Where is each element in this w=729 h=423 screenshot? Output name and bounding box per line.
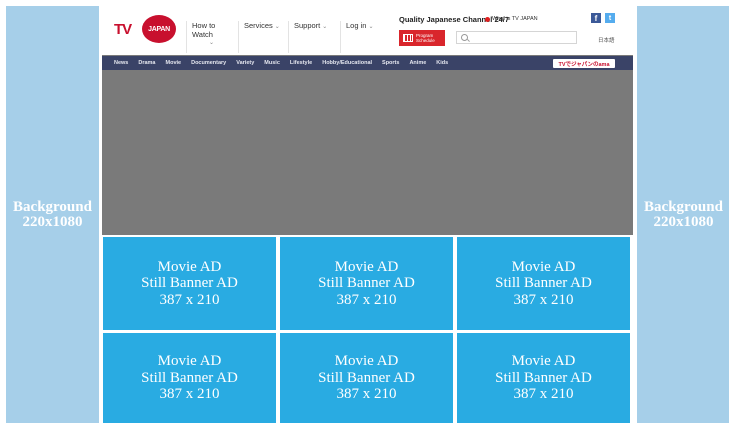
ad-line: Still Banner AD <box>318 275 415 292</box>
chevron-down-icon: ⌄ <box>209 40 215 46</box>
ad-line: Still Banner AD <box>495 275 592 292</box>
nav-label: Log in <box>346 21 367 30</box>
info-dot-icon <box>485 16 490 22</box>
background-panel-left: Background 220x1080 <box>6 6 99 423</box>
background-panel-label: Background <box>644 198 723 215</box>
ad-size: 387 x 210 <box>336 291 397 308</box>
ad-line: Still Banner AD <box>495 369 592 386</box>
category-hobby-educational[interactable]: Hobby/Educational <box>322 60 372 66</box>
category-variety[interactable]: Variety <box>236 60 254 66</box>
nav-services[interactable]: Services ⌄ <box>238 21 288 53</box>
nav-label: Support <box>294 21 321 30</box>
nav-login[interactable]: Log in ⌄ <box>340 21 390 53</box>
category-news[interactable]: News <box>114 60 128 66</box>
program-schedule-label: Program Schedule <box>416 33 435 43</box>
ad-slot[interactable]: Movie AD Still Banner AD 387 x 210 <box>103 333 276 423</box>
ad-line: Movie AD <box>334 258 399 275</box>
ad-slot[interactable]: Movie AD Still Banner AD 387 x 210 <box>457 333 630 423</box>
ad-slot[interactable]: Movie AD Still Banner AD 387 x 210 <box>103 237 276 330</box>
ad-line: Movie AD <box>511 353 576 370</box>
ad-slot[interactable]: Movie AD Still Banner AD 387 x 210 <box>280 333 453 423</box>
twitter-glyph: t <box>608 14 612 22</box>
ad-size: 387 x 210 <box>159 291 220 308</box>
background-panel-right: Background 220x1080 <box>637 6 729 423</box>
facebook-glyph: f <box>594 13 598 23</box>
site-header: TV JAPAN How to Watch ⌄ Services ⌄ Suppor… <box>102 6 633 55</box>
category-lifestyle[interactable]: Lifestyle <box>290 60 312 66</box>
facebook-icon[interactable]: f <box>591 13 601 23</box>
ad-size: 387 x 210 <box>159 386 220 403</box>
chevron-down-icon: ⌄ <box>368 24 374 30</box>
logo-tv-text: TV <box>114 21 132 38</box>
calendar-icon <box>403 34 413 42</box>
nav-support[interactable]: Support ⌄ <box>288 21 340 53</box>
ad-line: Still Banner AD <box>318 369 415 386</box>
about-link[interactable]: What is TV JAPAN <box>485 16 538 22</box>
ad-size: 387 x 210 <box>513 386 574 403</box>
ad-line: Still Banner AD <box>141 275 238 292</box>
ad-line: Movie AD <box>157 258 222 275</box>
category-anime[interactable]: Anime <box>409 60 426 66</box>
ad-line: Still Banner AD <box>141 369 238 386</box>
category-sports[interactable]: Sports <box>382 60 399 66</box>
ad-line: Movie AD <box>334 353 399 370</box>
search-input[interactable] <box>456 31 577 44</box>
program-schedule-button[interactable]: Program Schedule <box>399 30 445 46</box>
program-label-line2: Schedule <box>416 38 435 43</box>
ad-size: 387 x 210 <box>513 291 574 308</box>
ad-slot[interactable]: Movie AD Still Banner AD 387 x 210 <box>280 237 453 330</box>
about-link-label: What is TV JAPAN <box>492 16 538 22</box>
search-icon <box>461 34 468 41</box>
category-nav: News Drama Movie Documentary Variety Mus… <box>102 56 633 70</box>
category-movie[interactable]: Movie <box>166 60 182 66</box>
background-panel-size: 220x1080 <box>22 213 83 230</box>
promo-banner[interactable]: TVでジャパンのama <box>553 59 615 68</box>
ad-size: 387 x 210 <box>336 386 397 403</box>
ad-line: Movie AD <box>511 258 576 275</box>
category-documentary[interactable]: Documentary <box>191 60 226 66</box>
chevron-down-icon: ⌄ <box>322 24 328 30</box>
nav-label: Services <box>244 21 273 30</box>
ad-line: Movie AD <box>157 353 222 370</box>
language-link[interactable]: 日本語 <box>598 36 615 44</box>
category-kids[interactable]: Kids <box>436 60 448 66</box>
logo-japan-text: JAPAN <box>148 25 170 33</box>
nav-how-to-watch[interactable]: How to Watch ⌄ <box>186 21 238 53</box>
category-drama[interactable]: Drama <box>138 60 155 66</box>
site-mockup: TV JAPAN How to Watch ⌄ Services ⌄ Suppor… <box>102 6 633 235</box>
logo-circle: JAPAN <box>142 15 176 43</box>
background-panel-size: 220x1080 <box>653 213 714 230</box>
nav-label: How to Watch <box>192 21 216 39</box>
category-music[interactable]: Music <box>264 60 280 66</box>
chevron-down-icon: ⌄ <box>274 24 280 30</box>
tv-japan-logo[interactable]: TV JAPAN <box>114 15 180 43</box>
background-panel-label: Background <box>13 198 92 215</box>
twitter-icon[interactable]: t <box>605 13 615 23</box>
ad-slot[interactable]: Movie AD Still Banner AD 387 x 210 <box>457 237 630 330</box>
